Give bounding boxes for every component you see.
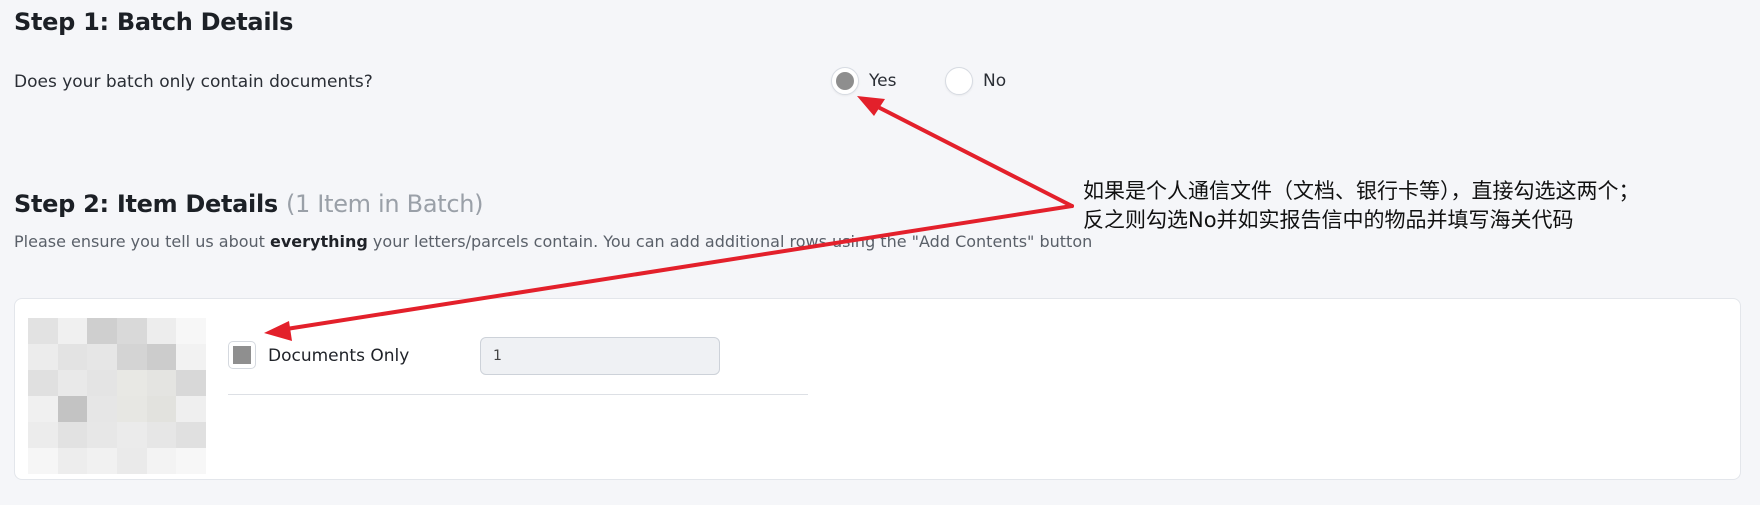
annotation-line-1: 如果是个人通信文件（文档、银行卡等），直接勾选这两个； [1083, 179, 1640, 203]
radio-selected-icon[interactable] [831, 67, 859, 95]
arrow-head-yes-icon [857, 96, 885, 116]
checkbox-checked-icon [233, 346, 251, 364]
step2-title: Step 2: Item Details (1 Item in Batch) [14, 190, 484, 218]
radio-option-no[interactable]: No [945, 67, 1006, 95]
radio-label-no: No [983, 71, 1007, 91]
radio-option-yes[interactable]: Yes [831, 67, 896, 95]
annotation-line-2: 反之则勾选No并如实报告信中的物品并填写海关代码 [1083, 208, 1574, 232]
item-card [14, 298, 1741, 480]
item-divider [228, 394, 808, 395]
instructions-pre: Please ensure you tell us about [14, 232, 271, 251]
annotation-text: 如果是个人通信文件（文档、银行卡等），直接勾选这两个； 反之则勾选No并如实报告… [1083, 177, 1640, 235]
step1-title: Step 1: Batch Details [14, 8, 294, 36]
documents-only-checkbox[interactable] [228, 341, 256, 369]
step2-title-text: Step 2: Item Details [14, 190, 278, 218]
blurred-thumbnail [28, 318, 206, 474]
instructions-bold: everything [270, 232, 368, 251]
item-count-label: (1 Item in Batch) [285, 190, 484, 218]
instructions-post: your letters/parcels contain. You can ad… [367, 232, 1093, 251]
radio-unselected-icon[interactable] [945, 67, 973, 95]
item-instructions: Please ensure you tell us about everythi… [14, 232, 1092, 251]
documents-only-label: Documents Only [268, 346, 410, 366]
quantity-input[interactable] [480, 337, 720, 375]
documents-only-question: Does your batch only contain documents? [14, 72, 373, 92]
arrow-to-yes-radio [870, 102, 1074, 208]
radio-label-yes: Yes [869, 71, 897, 91]
